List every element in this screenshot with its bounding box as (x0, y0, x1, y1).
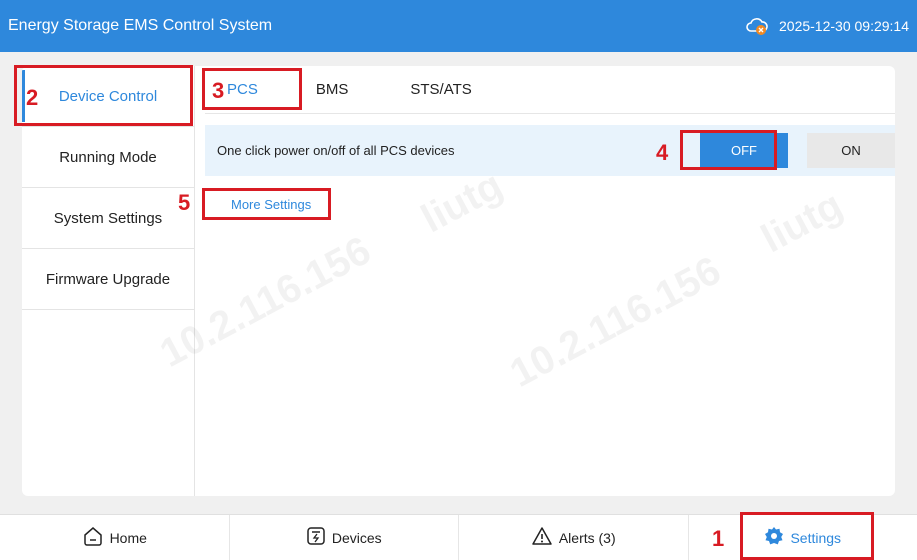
nav-label: Devices (331, 529, 382, 546)
tab-sts-ats[interactable]: STS/ATS (370, 66, 493, 114)
power-control-label: One click power on/off of all PCS device… (217, 143, 455, 158)
sidebar-item-system-settings[interactable]: System Settings (22, 188, 194, 249)
sidebar: Device Control Running Mode System Setti… (22, 66, 195, 496)
nav-label: Alerts (3) (558, 529, 616, 546)
annotation-box-2 (14, 65, 193, 126)
tab-bar: PCS BMS STS/ATS (205, 66, 895, 114)
nav-alerts[interactable]: Alerts (3) (459, 515, 689, 560)
on-button[interactable]: ON (807, 133, 895, 168)
app-header: Energy Storage EMS Control System 2025-1… (0, 0, 917, 52)
nav-devices[interactable]: Devices (230, 515, 459, 560)
annotation-number-1: 1 (712, 526, 725, 551)
sidebar-item-label: Firmware Upgrade (45, 270, 171, 288)
annotation-number-4: 4 (656, 140, 669, 165)
sidebar-item-label: System Settings (53, 209, 163, 227)
alert-icon (531, 526, 553, 549)
annotation-number-5: 5 (178, 190, 191, 215)
app-title: Energy Storage EMS Control System (8, 17, 273, 34)
nav-label: Home (109, 529, 147, 546)
devices-icon (306, 526, 326, 549)
annotation-box-1 (740, 512, 874, 560)
content-area: PCS BMS STS/ATS One click power on/off o… (195, 66, 895, 496)
nav-home[interactable]: Home (0, 515, 230, 560)
cloud-disconnected-icon[interactable] (745, 16, 769, 36)
sidebar-item-label: Running Mode (59, 148, 157, 166)
sidebar-item-running-mode[interactable]: Running Mode (22, 127, 194, 188)
power-control-row: One click power on/off of all PCS device… (205, 125, 895, 176)
annotation-number-2: 2 (26, 85, 39, 110)
annotation-box-5 (202, 188, 331, 220)
home-icon (82, 526, 104, 549)
sidebar-item-firmware-upgrade[interactable]: Firmware Upgrade (22, 249, 194, 310)
datetime-display: 2025-12-30 09:29:14 (779, 18, 909, 34)
annotation-box-4 (680, 130, 777, 170)
annotation-number-3: 3 (212, 78, 225, 103)
